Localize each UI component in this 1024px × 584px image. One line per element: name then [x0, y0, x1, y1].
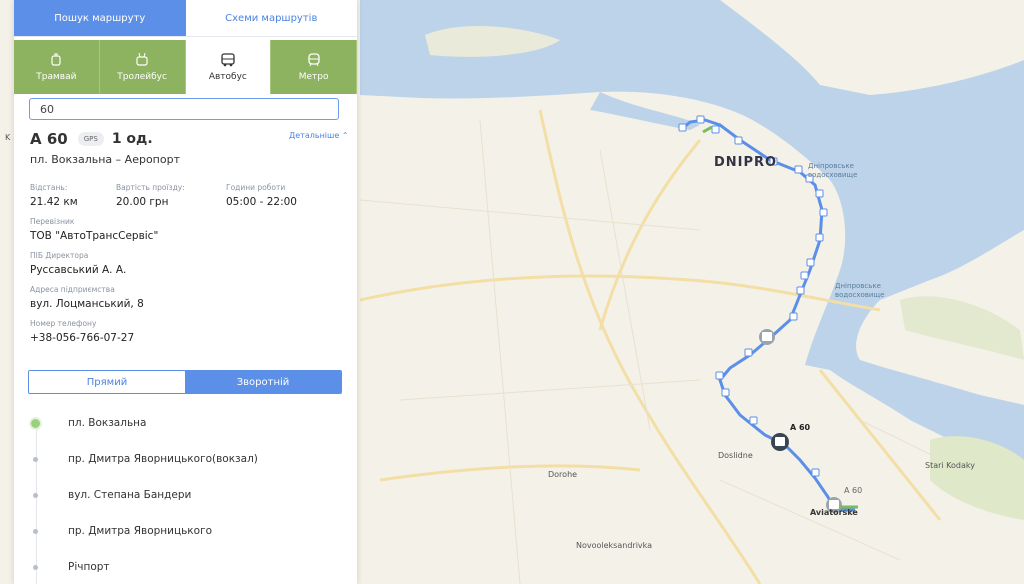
- stop-name: Річпорт: [68, 561, 110, 573]
- stop-name: пл. Вокзальна: [68, 417, 147, 429]
- mode-bus[interactable]: Автобус: [185, 40, 272, 94]
- map-place-label: Aviatorske: [810, 508, 858, 517]
- map-place-label: Stari Kodaky: [925, 461, 975, 470]
- tab-reverse[interactable]: Зворотній: [185, 371, 341, 393]
- direction-tabs: Прямий Зворотній: [28, 370, 342, 394]
- details-label: Детальніше: [289, 131, 340, 140]
- map-place-label: Novooleksandrivka: [576, 541, 653, 550]
- stop-marker-icon: [33, 528, 38, 534]
- stop-marker-icon: [33, 456, 38, 462]
- map-reservoir-label: Дніпровське водосховище: [808, 162, 858, 179]
- tab-route-search[interactable]: Пошук маршруту: [14, 0, 186, 37]
- stop-name: вул. Степана Бандери: [68, 489, 192, 501]
- map-reservoir-label: Дніпровське водосховище: [835, 282, 885, 299]
- stops-list: пл. Вокзальна пр. Дмитра Яворницького(во…: [28, 405, 348, 584]
- route-name: пл. Вокзальна – Аеропорт: [30, 153, 180, 166]
- map-place-label: K: [5, 133, 11, 142]
- route-panel: Пошук маршруту Схеми маршрутів Трамвай Т…: [14, 0, 357, 584]
- price-value: 20.00 грн: [116, 196, 169, 208]
- stop-name: пр. Дмитра Яворницького(вокзал): [68, 453, 258, 465]
- stop-marker-icon: [33, 492, 38, 498]
- stop-marker-icon: [29, 416, 42, 430]
- transport-modes: Трамвай Тролейбус Автобус Метро: [14, 40, 357, 94]
- mode-tram[interactable]: Трамвай: [14, 40, 100, 94]
- director-label: ПІБ Директора: [30, 251, 89, 260]
- stop-item[interactable]: пр. Дмитра Яворницького: [28, 513, 348, 549]
- map-place-label: Dorohe: [548, 470, 578, 479]
- distance-value: 21.42 км: [30, 196, 78, 208]
- tram-icon: [51, 53, 61, 66]
- tab-route-schemes[interactable]: Схеми маршрутів: [185, 0, 357, 37]
- mode-label: Автобус: [208, 71, 247, 82]
- stop-item[interactable]: пр. Дмитра Яворницького(вокзал): [28, 441, 348, 477]
- gps-badge: GPS: [77, 132, 104, 146]
- price-label: Вартість проїзду:: [116, 183, 185, 192]
- mode-metro[interactable]: Метро: [271, 40, 357, 94]
- address-label: Адреса підприємства: [30, 285, 115, 294]
- map-bus-label: А 60: [844, 486, 863, 495]
- address-value: вул. Лоцманський, 8: [30, 298, 144, 310]
- stop-marker-icon: [33, 564, 38, 570]
- search-value: 60: [40, 102, 54, 116]
- details-toggle[interactable]: Детальніше ⌃: [289, 131, 349, 140]
- hours-value: 05:00 - 22:00: [226, 196, 297, 208]
- stop-item[interactable]: пл. Вокзальна: [28, 405, 348, 441]
- chevron-up-icon: ⌃: [341, 131, 349, 140]
- vehicle-count: 1 од.: [111, 131, 153, 147]
- route-number: А 60: [30, 130, 68, 148]
- bus-icon: [221, 52, 235, 66]
- trolleybus-icon: [136, 52, 148, 66]
- phone-value: +38-056-766-07-27: [30, 332, 135, 344]
- mode-label: Трамвай: [36, 71, 77, 82]
- metro-icon: [307, 52, 320, 66]
- stop-item[interactable]: Річпорт: [28, 549, 348, 584]
- mode-label: Метро: [298, 71, 329, 82]
- map-place-label: Doslidne: [718, 451, 753, 460]
- route-search-input[interactable]: 60: [29, 98, 339, 120]
- carrier-value: ТОВ "АвтоТрансСервіс": [30, 230, 159, 242]
- map-bus-label: А 60: [790, 423, 811, 432]
- distance-label: Відстань:: [30, 183, 68, 192]
- director-value: Руссавський А. А.: [30, 264, 127, 276]
- top-tabs: Пошук маршруту Схеми маршрутів: [14, 0, 357, 37]
- route-header: А 60 GPS 1 од.: [30, 130, 153, 148]
- stop-name: пр. Дмитра Яворницького: [68, 525, 213, 537]
- mode-trolleybus[interactable]: Тролейбус: [99, 40, 186, 94]
- mode-label: Тролейбус: [117, 71, 167, 82]
- hours-label: Години роботи: [226, 183, 286, 192]
- stop-item[interactable]: вул. Степана Бандери: [28, 477, 348, 513]
- phone-label: Номер телефону: [30, 319, 97, 328]
- tab-forward[interactable]: Прямий: [29, 371, 185, 393]
- carrier-label: Перевізник: [30, 217, 75, 226]
- map-city-label: DNIPRO: [714, 155, 778, 170]
